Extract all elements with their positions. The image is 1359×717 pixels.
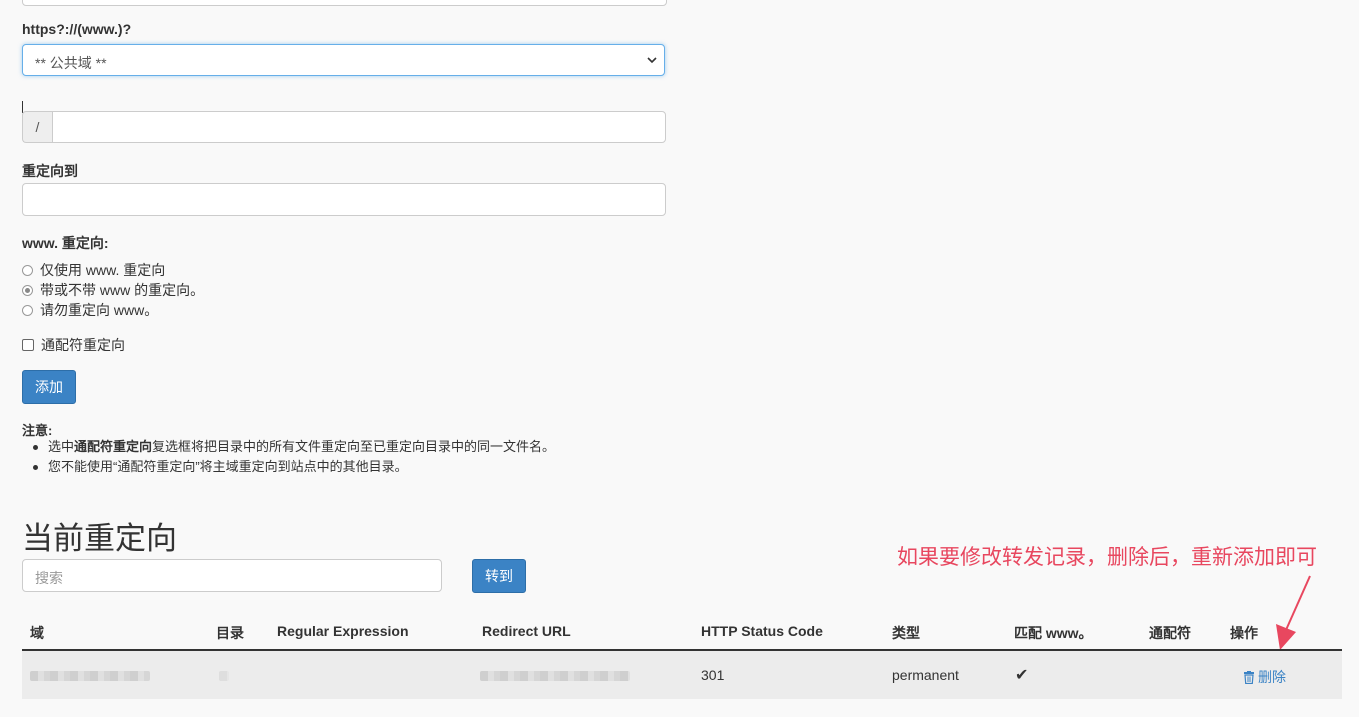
path-prefix: /: [22, 111, 52, 143]
column-header-match-www: 匹配 www。: [1014, 625, 1093, 641]
blurred-directory: [219, 671, 229, 681]
notes-list: 选中通配符重定向复选框将把目录中的所有文件重定向至已重定向目录中的同一文件名。 …: [32, 437, 555, 477]
search-input[interactable]: 搜索: [22, 559, 442, 592]
path-input[interactable]: [52, 111, 666, 143]
wildcard-checkbox[interactable]: [22, 339, 34, 351]
previous-input[interactable]: [22, 0, 667, 6]
add-button[interactable]: 添加: [22, 370, 76, 404]
column-header-status-code: HTTP Status Code: [701, 623, 823, 639]
redirect-to-input[interactable]: [22, 183, 666, 216]
protocol-label: https?://(www.)?: [22, 21, 132, 37]
domain-select[interactable]: ** 公共域 **: [22, 44, 665, 76]
column-header-directory: 目录: [216, 625, 244, 641]
www-redirect-label: www. 重定向:: [22, 235, 109, 251]
radio-with-or-without-www[interactable]: 带或不带 www 的重定向。: [22, 281, 204, 299]
delete-link[interactable]: 删除: [1243, 667, 1286, 687]
type-cell: permanent: [892, 667, 959, 683]
arrow-icon: [1276, 575, 1311, 650]
radio-no-www[interactable]: 请勿重定向 www。: [22, 301, 158, 319]
status-code-cell: 301: [701, 667, 725, 683]
blurred-redirect-url: [480, 671, 630, 681]
go-button[interactable]: 转到: [472, 559, 526, 593]
note-item-main-domain: 您不能使用“通配符重定向”将主域重定向到站点中的其他目录。: [32, 457, 555, 477]
column-header-redirect-url: Redirect URL: [482, 623, 571, 639]
radio-button[interactable]: [22, 264, 33, 276]
column-header-type: 类型: [892, 625, 920, 641]
check-icon: ✔: [1015, 667, 1029, 684]
column-header-regex: Regular Expression: [277, 623, 409, 639]
radio-button-checked[interactable]: [22, 284, 33, 296]
radio-button[interactable]: [22, 304, 33, 316]
radio-www-only[interactable]: 仅使用 www. 重定向: [22, 261, 165, 279]
annotation-text: 如果要修改转发记录，删除后，重新添加即可: [897, 546, 1317, 569]
column-header-domain: 域: [30, 625, 44, 641]
trash-icon: [1244, 670, 1254, 684]
note-item-wildcard: 选中通配符重定向复选框将把目录中的所有文件重定向至已重定向目录中的同一文件名。: [32, 437, 555, 457]
delete-label: 删除: [1258, 669, 1286, 685]
radio-label: 仅使用 www. 重定向: [40, 262, 166, 278]
wildcard-label: 通配符重定向: [41, 337, 125, 353]
blurred-domain: [30, 671, 150, 681]
path-input-group: /: [22, 111, 666, 143]
column-header-actions: 操作: [1230, 625, 1258, 641]
chevron-down-icon: [647, 57, 657, 64]
page-title: 当前重定向: [22, 521, 177, 556]
redirect-to-label: 重定向到: [22, 163, 78, 179]
radio-label: 带或不带 www 的重定向。: [40, 282, 205, 298]
radio-label: 请勿重定向 www。: [40, 302, 159, 318]
column-header-wildcard: 通配符: [1149, 625, 1191, 641]
search-placeholder: 搜索: [35, 570, 63, 586]
wildcard-checkbox-row[interactable]: 通配符重定向: [22, 336, 125, 354]
domain-select-value: ** 公共域 **: [35, 55, 107, 71]
